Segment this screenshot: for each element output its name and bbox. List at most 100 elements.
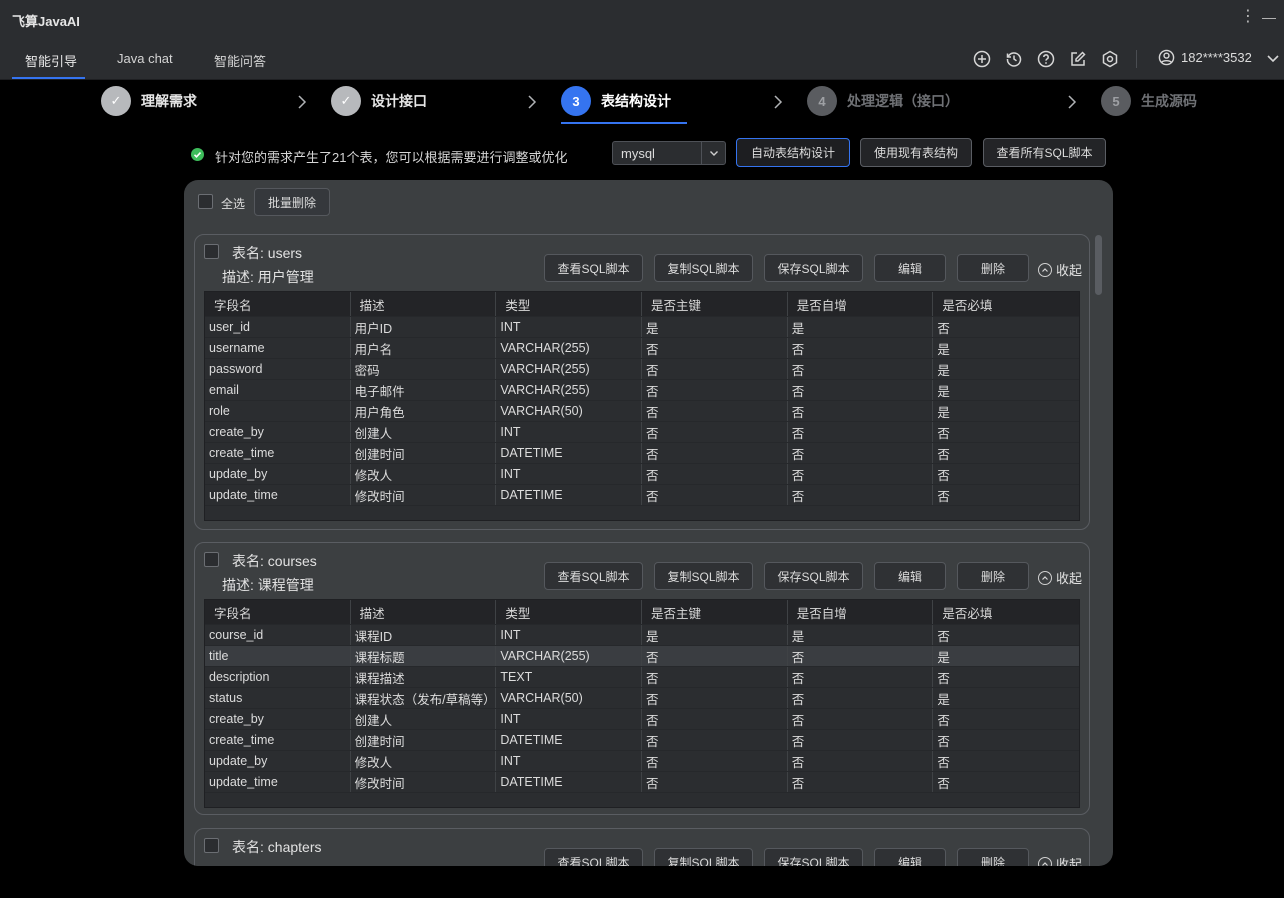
table-cell[interactable]: username xyxy=(205,338,351,358)
table-cell[interactable]: DATETIME xyxy=(496,485,643,505)
table-row[interactable]: course_id 课程ID INT 是是否 xyxy=(205,625,1079,646)
table-cell[interactable]: create_time xyxy=(205,443,351,463)
table-cell[interactable]: update_by xyxy=(205,751,351,771)
table-cell[interactable]: DATETIME xyxy=(496,772,643,792)
column-header[interactable]: 是否必填 xyxy=(933,600,1079,624)
column-header[interactable]: 是否必填 xyxy=(933,292,1079,316)
table-cell[interactable]: 否 xyxy=(788,688,934,708)
table-cell[interactable]: 否 xyxy=(788,730,934,750)
table-cell[interactable]: 否 xyxy=(933,422,1079,442)
help-icon[interactable] xyxy=(1037,50,1055,68)
table-row[interactable]: user_id 用户ID INT 是是否 xyxy=(205,317,1079,338)
table-cell[interactable]: 否 xyxy=(933,625,1079,645)
table-cell[interactable]: update_time xyxy=(205,485,351,505)
column-header[interactable]: 描述 xyxy=(351,292,497,316)
table-cell[interactable]: 否 xyxy=(788,422,934,442)
table-cell[interactable]: 课程ID xyxy=(351,625,497,645)
auto-design-button[interactable]: 自动表结构设计 xyxy=(736,138,850,167)
view-sql-button[interactable]: 查看SQL脚本 xyxy=(544,562,643,590)
table-cell[interactable]: description xyxy=(205,667,351,687)
table-cell[interactable]: 是 xyxy=(933,338,1079,358)
column-header[interactable]: 是否自增 xyxy=(788,600,934,624)
table-cell[interactable]: create_by xyxy=(205,709,351,729)
table-cell[interactable]: 是 xyxy=(642,625,788,645)
edit-button[interactable]: 编辑 xyxy=(874,562,946,590)
table-cell[interactable]: 否 xyxy=(788,709,934,729)
column-header[interactable]: 是否主键 xyxy=(642,292,788,316)
collapse-toggle[interactable]: 收起 xyxy=(1038,854,1082,866)
table-cell[interactable]: 否 xyxy=(788,464,934,484)
edit-button[interactable]: 编辑 xyxy=(874,254,946,282)
table-cell[interactable]: INT xyxy=(496,422,643,442)
table-cell[interactable]: 创建时间 xyxy=(351,730,497,750)
column-header[interactable]: 类型 xyxy=(496,292,643,316)
table-row[interactable]: password 密码 VARCHAR(255) 否否是 xyxy=(205,359,1079,380)
batch-delete-button[interactable]: 批量删除 xyxy=(254,188,330,216)
step-table-design[interactable]: 3 表结构设计 xyxy=(561,86,671,116)
table-cell[interactable]: 密码 xyxy=(351,359,497,379)
user-menu[interactable]: 182****3532 xyxy=(1158,49,1280,66)
save-sql-button[interactable]: 保存SQL脚本 xyxy=(764,848,863,866)
table-cell[interactable]: 是 xyxy=(933,380,1079,400)
table-row[interactable]: update_by 修改人 INT 否否否 xyxy=(205,751,1079,772)
table-cell[interactable]: update_time xyxy=(205,772,351,792)
table-cell[interactable]: 否 xyxy=(642,359,788,379)
table-cell[interactable]: DATETIME xyxy=(496,730,643,750)
edit-icon[interactable] xyxy=(1069,50,1087,68)
table-cell[interactable]: 否 xyxy=(933,751,1079,771)
delete-button[interactable]: 删除 xyxy=(957,562,1029,590)
table-cell[interactable]: 否 xyxy=(933,464,1079,484)
table-cell[interactable]: 用户角色 xyxy=(351,401,497,421)
table-cell[interactable]: user_id xyxy=(205,317,351,337)
table-cell[interactable]: 否 xyxy=(642,422,788,442)
table-cell[interactable]: create_by xyxy=(205,422,351,442)
table-cell[interactable]: 否 xyxy=(642,646,788,666)
table-cell[interactable]: password xyxy=(205,359,351,379)
table-cell[interactable]: course_id xyxy=(205,625,351,645)
copy-sql-button[interactable]: 复制SQL脚本 xyxy=(654,848,753,866)
table-cell[interactable]: 电子邮件 xyxy=(351,380,497,400)
table-cell[interactable]: 否 xyxy=(933,485,1079,505)
database-select[interactable]: mysql xyxy=(612,141,726,165)
table-cell[interactable]: 是 xyxy=(933,646,1079,666)
table-row[interactable]: update_time 修改时间 DATETIME 否否否 xyxy=(205,485,1079,506)
table-cell[interactable]: 否 xyxy=(788,338,934,358)
step-process-logic[interactable]: 4 处理逻辑（接口） xyxy=(807,86,959,116)
table-cell[interactable]: 否 xyxy=(642,443,788,463)
table-cell[interactable]: 创建人 xyxy=(351,422,497,442)
table-cell[interactable]: 创建人 xyxy=(351,709,497,729)
column-header[interactable]: 类型 xyxy=(496,600,643,624)
scrollbar-thumb[interactable] xyxy=(1095,235,1102,295)
select-all-checkbox[interactable] xyxy=(198,194,213,209)
table-cell[interactable]: INT xyxy=(496,751,643,771)
table-cell[interactable]: 否 xyxy=(788,443,934,463)
delete-button[interactable]: 删除 xyxy=(957,848,1029,866)
column-header[interactable]: 是否主键 xyxy=(642,600,788,624)
step-generate-source[interactable]: 5 生成源码 xyxy=(1101,86,1197,116)
table-row[interactable]: create_time 创建时间 DATETIME 否否否 xyxy=(205,730,1079,751)
table-cell[interactable]: 否 xyxy=(788,772,934,792)
table-cell[interactable]: 否 xyxy=(642,751,788,771)
table-row[interactable]: create_time 创建时间 DATETIME 否否否 xyxy=(205,443,1079,464)
column-header[interactable]: 描述 xyxy=(351,600,497,624)
table-cell[interactable]: 否 xyxy=(642,380,788,400)
table-cell[interactable]: VARCHAR(255) xyxy=(496,359,643,379)
table-cell[interactable]: TEXT xyxy=(496,667,643,687)
tab-smart-guide[interactable]: 智能引导 xyxy=(25,51,77,70)
table-cell[interactable]: 课程描述 xyxy=(351,667,497,687)
view-sql-button[interactable]: 查看SQL脚本 xyxy=(544,848,643,866)
settings-icon[interactable] xyxy=(1101,50,1119,68)
table-cell[interactable]: 否 xyxy=(642,730,788,750)
table-cell[interactable]: INT xyxy=(496,709,643,729)
tab-java-chat[interactable]: Java chat xyxy=(117,51,173,66)
table-cell[interactable]: 否 xyxy=(933,443,1079,463)
table-cell[interactable]: 是 xyxy=(788,625,934,645)
save-sql-button[interactable]: 保存SQL脚本 xyxy=(764,562,863,590)
table-cell[interactable]: 否 xyxy=(642,772,788,792)
table-cell[interactable]: 否 xyxy=(642,401,788,421)
table-cell[interactable]: 否 xyxy=(642,709,788,729)
table-cell[interactable]: 否 xyxy=(788,401,934,421)
table-cell[interactable]: 是 xyxy=(788,317,934,337)
table-cell[interactable]: 修改时间 xyxy=(351,485,497,505)
table-cell[interactable]: email xyxy=(205,380,351,400)
